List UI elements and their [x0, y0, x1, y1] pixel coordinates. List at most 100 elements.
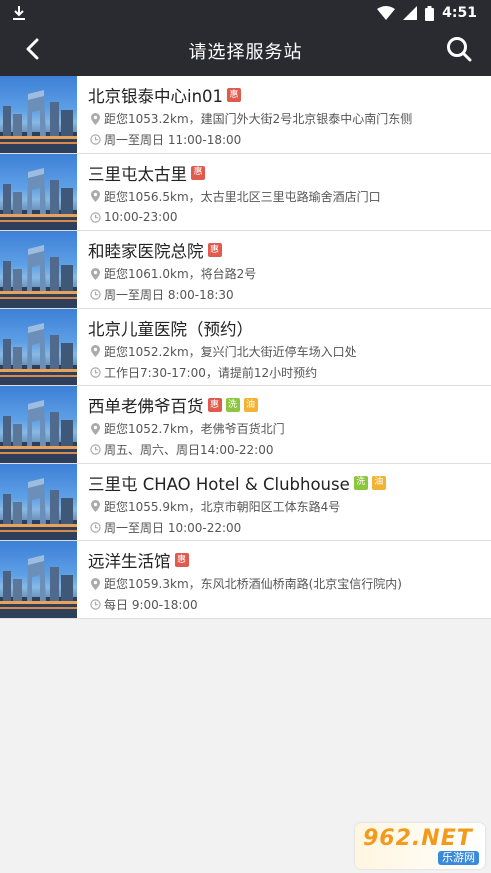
location-pin-icon [88, 112, 102, 125]
station-hours-line: 工作日7:30-17:00，请提前12小时预约 [88, 362, 491, 383]
station-address-line: 距您1061.0km，将台路2号 [88, 263, 491, 284]
station-name-row: 北京银泰中心in01 惠 [88, 82, 491, 108]
station-info: 西单老佛爷百货惠洗油距您1052.7km，老佛爷百货北门 周五、周六、周日14:0… [77, 386, 491, 463]
back-button[interactable] [14, 33, 50, 69]
station-distance-address: 距您1061.0km，将台路2号 [104, 267, 257, 281]
station-thumbnail [0, 76, 77, 153]
watermark-main: 962.NET [363, 826, 473, 851]
wifi-icon [377, 6, 396, 20]
station-name-row: 远洋生活馆惠 [88, 547, 491, 573]
station-thumbnail [0, 386, 77, 463]
station-distance-address: 距您1056.5km，太古里北区三里屯路瑜舍酒店门口 [104, 189, 381, 204]
search-button[interactable] [441, 33, 477, 69]
station-hours: 工作日7:30-17:00，请提前12小时预约 [104, 365, 318, 380]
station-name-row: 三里屯太古里惠 [88, 160, 491, 186]
station-row[interactable]: 远洋生活馆惠距您1059.3km，东风北桥酒仙桥南路(北京宝信行院内) 每日 9:… [0, 541, 491, 619]
station-distance-address: 距您1055.9km，北京市朝阳区工体东路4号 [104, 499, 341, 514]
station-thumbnail [0, 231, 77, 308]
station-row[interactable]: 西单老佛爷百货惠洗油距您1052.7km，老佛爷百货北门 周五、周六、周日14:0… [0, 386, 491, 464]
clock-icon [88, 521, 102, 533]
clock-icon [88, 599, 102, 610]
station-distance-address: 距您1052.2km，复兴门北大街近停车场入口处 [104, 344, 357, 359]
station-info: 三里屯太古里惠距您1056.5km，太古里北区三里屯路瑜舍酒店门口 10:00-2… [77, 154, 491, 231]
station-name: 三里屯 CHAO Hotel & Clubhouse [88, 474, 350, 494]
page-title: 请选择服务站 [188, 42, 303, 63]
clock-time: 4:51 [442, 5, 477, 21]
station-info: 三里屯 CHAO Hotel & Clubhouse 洗油距您1055.9km，北… [77, 464, 491, 541]
station-hours-line: 每日 9:00-18:00 [88, 594, 491, 615]
station-hours: 周一至周日 8:00-18:30 [104, 288, 234, 302]
station-row[interactable]: 三里屯 CHAO Hotel & Clubhouse 洗油距您1055.9km，北… [0, 463, 491, 541]
station-address-line: 距您1059.3km，东风北桥酒仙桥南路(北京宝信行院内) [88, 573, 491, 594]
station-name-row: 西单老佛爷百货惠洗油 [88, 392, 491, 418]
station-address-line: 距您1052.7km，老佛爷百货北门 [88, 418, 491, 439]
station-name-row: 和睦家医院总院惠 [88, 237, 491, 263]
station-address-line: 距您1055.9km，北京市朝阳区工体东路4号 [88, 496, 491, 517]
station-hours-line: 周一至周日 11:00-18:00 [88, 129, 491, 150]
battery-icon [425, 5, 435, 21]
clock-icon [88, 444, 102, 455]
station-tag-badge: 洗 [353, 475, 368, 490]
location-pin-icon [88, 267, 102, 280]
station-thumbnail [0, 308, 77, 385]
station-name: 三里屯太古里 [88, 164, 187, 184]
top-nav-bar: 请选择服务站 [0, 26, 491, 76]
station-thumbnail [0, 463, 77, 540]
station-tag-badge: 惠 [191, 165, 205, 180]
station-distance-address: 距您1059.3km，东风北桥酒仙桥南路(北京宝信行院内) [104, 577, 402, 591]
station-thumbnail [0, 541, 77, 618]
clock-icon [88, 134, 102, 145]
station-row[interactable]: 和睦家医院总院惠距您1061.0km，将台路2号 周一至周日 8:00-18:30 [0, 231, 491, 309]
station-row[interactable]: 三里屯太古里惠距您1056.5km，太古里北区三里屯路瑜舍酒店门口 10:00-2… [0, 153, 491, 231]
station-tag-badge: 惠 [207, 398, 222, 412]
location-pin-icon [88, 190, 102, 202]
station-hours-line: 周一至周日 8:00-18:30 [88, 284, 491, 305]
station-tag-badge: 洗 [225, 398, 240, 412]
station-address-line: 距您1052.2km，复兴门北大街近停车场入口处 [88, 341, 491, 362]
station-name: 远洋生活馆 [88, 552, 171, 571]
station-name: 北京银泰中心in01 [88, 87, 224, 106]
clock-icon [88, 289, 102, 300]
location-pin-icon [88, 345, 102, 357]
station-tag-badge: 惠 [207, 243, 222, 257]
location-pin-icon [88, 500, 102, 512]
clock-icon [88, 211, 102, 223]
clock-icon [88, 366, 102, 378]
station-hours-line: 周五、周六、周日14:00-22:00 [88, 439, 491, 460]
watermark-sub: 乐游网 [438, 851, 479, 865]
station-hours-line: 周一至周日 10:00-22:00 [88, 517, 491, 538]
signal-icon [403, 6, 418, 20]
station-tag-badge: 油 [243, 398, 258, 412]
station-tag-badge: 惠 [174, 553, 189, 567]
station-name: 和睦家医院总院 [88, 242, 204, 261]
location-pin-icon [88, 422, 102, 435]
station-name-row: 北京儿童医院（预约） [88, 315, 491, 341]
station-hours: 周五、周六、周日14:00-22:00 [104, 443, 274, 457]
station-tag-badge: 油 [371, 475, 386, 490]
watermark-logo: 962.NET 乐游网 [355, 823, 485, 869]
station-distance-address: 距您1053.2km，建国门外大街2号北京银泰中心南门东侧 [104, 112, 413, 126]
station-hours: 周一至周日 10:00-22:00 [104, 520, 242, 535]
station-address-line: 距您1053.2km，建国门外大街2号北京银泰中心南门东侧 [88, 108, 491, 129]
back-arrow-icon [25, 38, 39, 64]
status-bar: 4:51 [0, 0, 491, 26]
station-thumbnail [0, 153, 77, 230]
station-name: 北京儿童医院（预约） [88, 319, 253, 339]
station-hours: 每日 9:00-18:00 [104, 598, 198, 612]
search-icon [446, 36, 472, 66]
station-tag-badge: 惠 [227, 88, 242, 102]
location-pin-icon [88, 577, 102, 590]
station-info: 北京银泰中心in01 惠距您1053.2km，建国门外大街2号北京银泰中心南门东侧… [77, 76, 491, 153]
station-info: 远洋生活馆惠距您1059.3km，东风北桥酒仙桥南路(北京宝信行院内) 每日 9:… [77, 541, 491, 618]
station-row[interactable]: 北京银泰中心in01 惠距您1053.2km，建国门外大街2号北京银泰中心南门东侧… [0, 76, 491, 154]
station-info: 和睦家医院总院惠距您1061.0km，将台路2号 周一至周日 8:00-18:30 [77, 231, 491, 308]
station-hours-line: 10:00-23:00 [88, 207, 491, 228]
station-info: 北京儿童医院（预约） 距您1052.2km，复兴门北大街近停车场入口处 工作日7:3… [77, 309, 491, 386]
station-distance-address: 距您1052.7km，老佛爷百货北门 [104, 422, 285, 436]
station-hours: 周一至周日 11:00-18:00 [104, 133, 242, 147]
station-address-line: 距您1056.5km，太古里北区三里屯路瑜舍酒店门口 [88, 186, 491, 207]
station-name: 西单老佛爷百货 [88, 397, 204, 416]
station-name-row: 三里屯 CHAO Hotel & Clubhouse 洗油 [88, 470, 491, 496]
station-row[interactable]: 北京儿童医院（预约） 距您1052.2km，复兴门北大街近停车场入口处 工作日7:3… [0, 308, 491, 386]
station-hours: 10:00-23:00 [104, 210, 178, 224]
